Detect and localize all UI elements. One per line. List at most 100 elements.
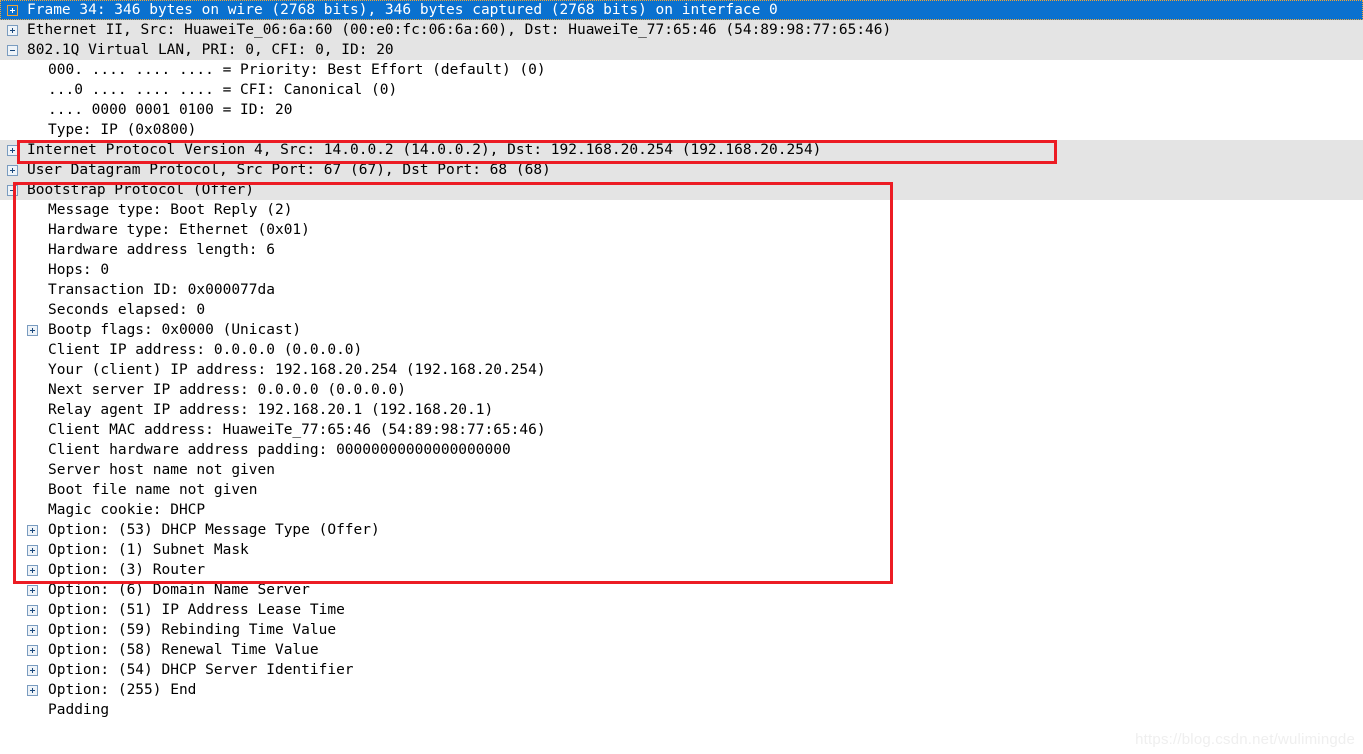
packet-detail-tree[interactable]: Frame 34: 346 bytes on wire (2768 bits),… [0,0,1363,754]
seconds-elapsed-row[interactable]: Seconds elapsed: 0 [0,300,1363,320]
expand-icon[interactable] [27,645,38,656]
option-58-row[interactable]: Option: (58) Renewal Time Value [0,640,1363,660]
hardware-type-row[interactable]: Hardware type: Ethernet (0x01) [0,220,1363,240]
expander-bar-vertical [32,548,33,553]
option-59-row[interactable]: Option: (59) Rebinding Time Value [0,620,1363,640]
padding-row[interactable]: Padding [0,700,1363,720]
tree-row-label: Client IP address: 0.0.0.0 (0.0.0.0) [48,342,363,358]
expand-icon[interactable] [7,165,18,176]
tree-row-label: Option: (58) Renewal Time Value [48,642,319,658]
client-hardware-address-padding-row[interactable]: Client hardware address padding: 0000000… [0,440,1363,460]
next-server-ip-address-row[interactable]: Next server IP address: 0.0.0.0 (0.0.0.0… [0,380,1363,400]
collapse-icon[interactable] [7,185,18,196]
option-3-row[interactable]: Option: (3) Router [0,560,1363,580]
tree-row-label: Next server IP address: 0.0.0.0 (0.0.0.0… [48,382,406,398]
expander-bar-vertical [32,568,33,573]
frame-row[interactable]: Frame 34: 346 bytes on wire (2768 bits),… [0,0,1363,20]
expand-icon[interactable] [27,625,38,636]
expand-icon[interactable] [27,585,38,596]
expander-bar-horizontal [10,50,15,51]
tree-row-label: ...0 .... .... .... = CFI: Canonical (0) [48,82,398,98]
expand-icon[interactable] [27,525,38,536]
tree-row-label: Option: (3) Router [48,562,206,578]
option-51-row[interactable]: Option: (51) IP Address Lease Time [0,600,1363,620]
expander-bar-vertical [32,668,33,673]
expand-icon[interactable] [7,25,18,36]
vlan-type-row[interactable]: Type: IP (0x0800) [0,120,1363,140]
tree-row-label: Relay agent IP address: 192.168.20.1 (19… [48,402,494,418]
tree-row-label: Magic cookie: DHCP [48,502,206,518]
tree-row-label: Option: (255) End [48,682,197,698]
tree-row-label: Message type: Boot Reply (2) [48,202,293,218]
expander-bar-vertical [32,688,33,693]
watermark-text: https://blog.csdn.net/wulimingde [1135,731,1355,748]
expander-bar-vertical [32,328,33,333]
tree-row-label: Seconds elapsed: 0 [48,302,206,318]
tree-row-label: Client MAC address: HuaweiTe_77:65:46 (5… [48,422,546,438]
expander-bar-vertical [32,608,33,613]
tree-row-label: User Datagram Protocol, Src Port: 67 (67… [27,162,551,178]
tree-row-label: Internet Protocol Version 4, Src: 14.0.0… [27,142,822,158]
tree-row-label: Option: (6) Domain Name Server [48,582,310,598]
client-mac-address-row[interactable]: Client MAC address: HuaweiTe_77:65:46 (5… [0,420,1363,440]
hardware-address-length-row[interactable]: Hardware address length: 6 [0,240,1363,260]
tree-row-label: Type: IP (0x0800) [48,122,197,138]
magic-cookie-row[interactable]: Magic cookie: DHCP [0,500,1363,520]
tree-row-label: Bootstrap Protocol (Offer) [27,182,254,198]
expand-icon[interactable] [27,685,38,696]
udp-row[interactable]: User Datagram Protocol, Src Port: 67 (67… [0,160,1363,180]
collapse-icon[interactable] [7,45,18,56]
your-client-ip-address-row[interactable]: Your (client) IP address: 192.168.20.254… [0,360,1363,380]
expander-bar-vertical [12,168,13,173]
expand-icon[interactable] [27,565,38,576]
tree-row-label: Transaction ID: 0x000077da [48,282,275,298]
tree-row-label: Option: (59) Rebinding Time Value [48,622,337,638]
expander-bar-vertical [12,148,13,153]
vlan-cfi-row[interactable]: ...0 .... .... .... = CFI: Canonical (0) [0,80,1363,100]
option-255-row[interactable]: Option: (255) End [0,680,1363,700]
client-ip-address-row[interactable]: Client IP address: 0.0.0.0 (0.0.0.0) [0,340,1363,360]
expand-icon[interactable] [27,325,38,336]
tree-row-label: Boot file name not given [48,482,258,498]
expander-bar-vertical [32,628,33,633]
tree-row-label: 000. .... .... .... = Priority: Best Eff… [48,62,546,78]
expand-icon[interactable] [7,5,18,16]
tree-row-label: 802.1Q Virtual LAN, PRI: 0, CFI: 0, ID: … [27,42,394,58]
expander-bar-vertical [32,648,33,653]
tree-row-label: Ethernet II, Src: HuaweiTe_06:6a:60 (00:… [27,22,892,38]
bootp-flags-row[interactable]: Bootp flags: 0x0000 (Unicast) [0,320,1363,340]
expand-icon[interactable] [7,145,18,156]
boot-file-name-row[interactable]: Boot file name not given [0,480,1363,500]
bootp-row[interactable]: Bootstrap Protocol (Offer) [0,180,1363,200]
message-type-row[interactable]: Message type: Boot Reply (2) [0,200,1363,220]
vlan-row[interactable]: 802.1Q Virtual LAN, PRI: 0, CFI: 0, ID: … [0,40,1363,60]
hops-row[interactable]: Hops: 0 [0,260,1363,280]
option-53-row[interactable]: Option: (53) DHCP Message Type (Offer) [0,520,1363,540]
expand-icon[interactable] [27,545,38,556]
tree-row-label: Hardware type: Ethernet (0x01) [48,222,310,238]
tree-row-label: Frame 34: 346 bytes on wire (2768 bits),… [27,2,778,18]
ethernet-row[interactable]: Ethernet II, Src: HuaweiTe_06:6a:60 (00:… [0,20,1363,40]
tree-row-label: Option: (1) Subnet Mask [48,542,249,558]
tree-row-label: Your (client) IP address: 192.168.20.254… [48,362,546,378]
tree-row-label: .... 0000 0001 0100 = ID: 20 [48,102,293,118]
relay-agent-ip-address-row[interactable]: Relay agent IP address: 192.168.20.1 (19… [0,400,1363,420]
tree-row-label: Option: (53) DHCP Message Type (Offer) [48,522,380,538]
tree-row-label: Hops: 0 [48,262,110,278]
vlan-id-row[interactable]: .... 0000 0001 0100 = ID: 20 [0,100,1363,120]
server-host-name-row[interactable]: Server host name not given [0,460,1363,480]
option-6-row[interactable]: Option: (6) Domain Name Server [0,580,1363,600]
ipv4-row[interactable]: Internet Protocol Version 4, Src: 14.0.0… [0,140,1363,160]
option-54-row[interactable]: Option: (54) DHCP Server Identifier [0,660,1363,680]
expand-icon[interactable] [27,665,38,676]
transaction-id-row[interactable]: Transaction ID: 0x000077da [0,280,1363,300]
expand-icon[interactable] [27,605,38,616]
expander-bar-vertical [32,528,33,533]
tree-row-label: Option: (51) IP Address Lease Time [48,602,345,618]
expander-bar-vertical [32,588,33,593]
vlan-priority-row[interactable]: 000. .... .... .... = Priority: Best Eff… [0,60,1363,80]
option-1-row[interactable]: Option: (1) Subnet Mask [0,540,1363,560]
tree-row-label: Server host name not given [48,462,275,478]
tree-row-label: Bootp flags: 0x0000 (Unicast) [48,322,302,338]
tree-row-label: Hardware address length: 6 [48,242,275,258]
